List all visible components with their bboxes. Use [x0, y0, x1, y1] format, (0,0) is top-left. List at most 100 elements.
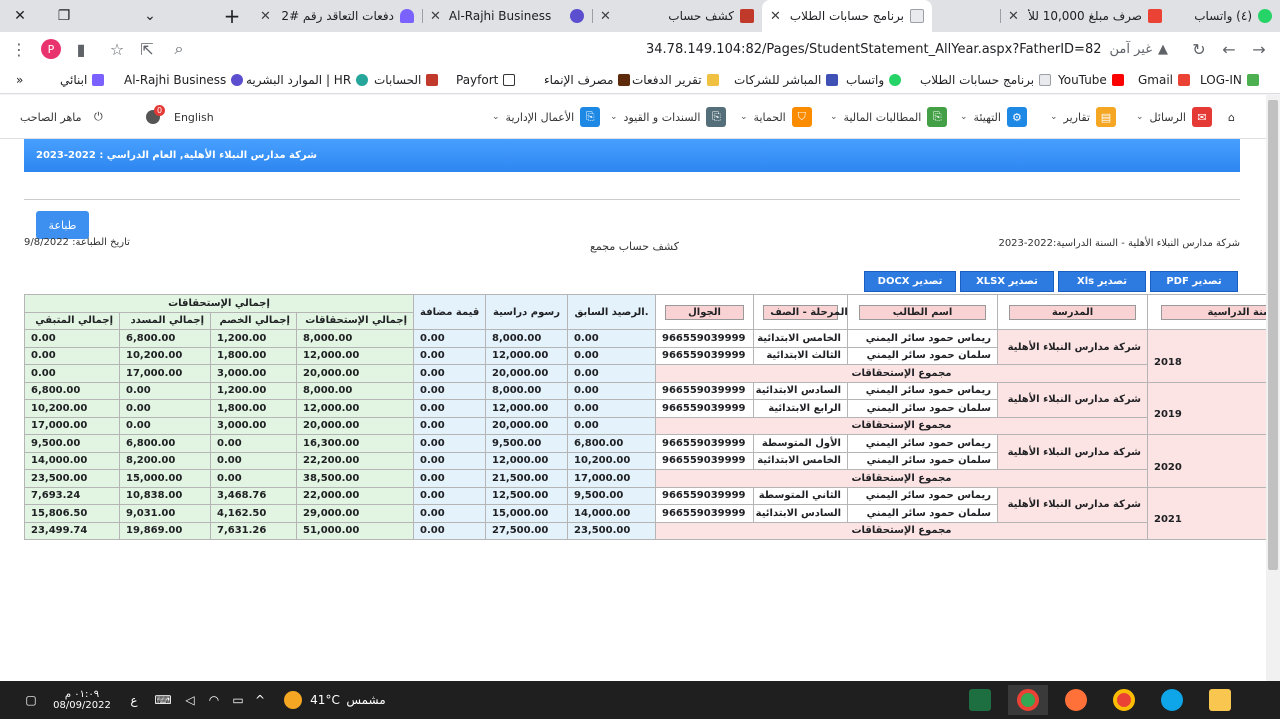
chrome-icon[interactable] [1104, 685, 1144, 715]
alrajhi-icon [570, 9, 584, 23]
weather-label[interactable]: مشمس [342, 685, 390, 715]
tab-title: Al-Rajhi Business [448, 9, 552, 23]
chevron-up-icon[interactable]: ^ [250, 685, 270, 715]
tab-student-accounts[interactable]: ✕ برنامج حسابات الطلاب [762, 0, 932, 32]
restore-window-icon[interactable]: ❐ [44, 0, 84, 32]
cell-prev: 6,800.00 [567, 434, 656, 453]
header-fees: رسوم دراسية [485, 294, 568, 330]
tab-statement[interactable]: ✕ كشف حساب [592, 0, 762, 32]
tab-contract-payments[interactable]: ✕ دفعات التعاقد رقم #2 [252, 0, 422, 32]
bookmark-youtube[interactable]: YouTube [1058, 70, 1124, 90]
wifi-icon[interactable]: ◠ [204, 685, 224, 715]
user-name[interactable]: ماهر الصاحب [20, 105, 82, 129]
bookmark-alrajhi[interactable]: Al-Rajhi Business [124, 70, 244, 90]
menu-icon[interactable]: ⋮ [6, 36, 32, 62]
header-cell: اسم الطالب [847, 294, 998, 330]
chrome-active-icon[interactable] [1008, 685, 1048, 715]
weather-sun-icon[interactable] [282, 685, 304, 715]
bookmark-my-children[interactable]: ابنائي [60, 70, 105, 90]
scrollbar-thumb[interactable] [1268, 100, 1278, 570]
close-tab-icon[interactable]: ✕ [260, 9, 271, 24]
back-arrow-icon[interactable]: → [1246, 36, 1272, 62]
export-xlsx-button[interactable]: تصدير XLSX [960, 271, 1054, 292]
bookmark-login[interactable]: LOG-IN [1200, 70, 1259, 90]
logout-icon[interactable]: ⏻ [94, 105, 103, 129]
export-docx-button[interactable]: تصدير DOCX [864, 271, 956, 292]
bookmark-alinma[interactable]: مصرف الإنماء [544, 70, 631, 90]
new-tab-button[interactable]: + [212, 0, 252, 32]
input-language[interactable]: ع [124, 685, 144, 715]
firefox-icon[interactable] [1056, 685, 1096, 715]
nav-admin[interactable]: ⌄ الأعمال الإدارية ⎘ [492, 105, 601, 129]
search-icon[interactable]: ⌕ [166, 36, 192, 62]
nav-reports[interactable]: ⌄ تقارير ▤ [1050, 105, 1116, 129]
nav-protection[interactable]: ⌄ الحماية ⛉ [740, 105, 812, 129]
sum-label: مجموع الإستحقاقات [655, 521, 1148, 540]
bookmark-label: ابنائي [60, 73, 88, 87]
tab-search-chevron-icon[interactable]: ⌄ [130, 0, 170, 32]
cell-student: سلمان حمود سائر اليمني [847, 399, 998, 418]
bookmark-hr[interactable]: الموارد البشريه | HR [246, 70, 369, 90]
language-switch[interactable]: English [174, 105, 214, 129]
keyboard-icon[interactable]: ⌨ [150, 685, 176, 715]
nav-setup[interactable]: ⌄ التهيئة ⚙ [960, 105, 1027, 129]
table-row: 6,800.00 0.00 1,200.00 8,000.00 0.00 8,000.00… [24, 381, 1280, 435]
bookmark-payments-report[interactable]: تقرير الدفعات [632, 70, 719, 90]
cell-student: ريماس حمود سائر اليمني [847, 329, 998, 348]
tab-gmail[interactable]: ✕ صرف مبلغ 10,000 للأسـ [1000, 0, 1170, 32]
reload-icon[interactable]: ↻ [1186, 36, 1212, 62]
statement-table: إجمالي الإستحقاقات قيمة مضافة رسوم دراسية ا… [24, 294, 1280, 540]
home-icon[interactable]: ⌂ [1228, 105, 1235, 129]
forward-arrow-icon[interactable]: ← [1216, 36, 1242, 62]
nav-messages[interactable]: ⌄ الرسائل ✉ [1136, 105, 1212, 129]
cell-added: 0.00 [413, 504, 486, 523]
close-tab-icon[interactable]: ✕ [1008, 9, 1019, 24]
bookmarks-more-button[interactable]: » [16, 70, 23, 90]
export-pdf-button[interactable]: تصدير PDF [1150, 271, 1238, 292]
nav-financial-claims[interactable]: ⌄ المطالبات المالية ⎘ [830, 105, 948, 129]
tab-alrajhi[interactable]: ✕ Al-Rajhi Business [422, 0, 592, 32]
url-field[interactable]: 34.78.149.104:82/Pages/StudentStatement_… [296, 36, 1176, 62]
tab-whatsapp[interactable]: (٤) واتساب [1170, 0, 1280, 32]
bookmark-student-accounts[interactable]: برنامج حسابات الطلاب [920, 70, 1052, 90]
sum-fees: 20,000.00 [485, 364, 568, 383]
chevron-down-icon: ⌄ [610, 112, 618, 122]
warning-icon: ▲ [1158, 41, 1168, 57]
sidebar-icon[interactable]: ▮ [68, 36, 94, 62]
file-explorer-icon[interactable] [1200, 685, 1240, 715]
cell-disc: 1,200.00 [210, 329, 297, 348]
export-xls-button[interactable]: تصدير Xls [1058, 271, 1146, 292]
nav-vouchers[interactable]: ⌄ السندات و القيود ⎘ [610, 105, 727, 129]
temperature[interactable]: 41°C [306, 685, 344, 715]
tab-title: برنامج حسابات الطلاب [789, 9, 904, 23]
notifications-icon[interactable]: 0 [146, 105, 165, 129]
app-navbar: ⌂ ⌄ الرسائل ✉ ⌄ تقارير ▤ ⌄ التهيئة ⚙ ⌄ المطالبا… [0, 95, 1266, 139]
export-label: تصدير Xls [1077, 276, 1127, 287]
share-icon[interactable]: ⇱ [134, 36, 160, 62]
close-tab-icon[interactable]: ✕ [430, 9, 441, 24]
star-icon[interactable]: ☆ [104, 36, 130, 62]
notification-center-icon[interactable]: ▢ [18, 685, 44, 715]
sum-row: 23,499.74 19,869.00 7,631.26 51,000.00 0.00 2… [24, 521, 1280, 540]
not-secure-label[interactable]: غير آمن [1110, 42, 1153, 57]
excel-icon[interactable] [960, 685, 1000, 715]
statement-title: كشف حساب مجمع [590, 240, 679, 253]
print-button[interactable]: طباعة [36, 211, 89, 239]
bookmark-payfort[interactable]: Payfort [456, 70, 516, 90]
bookmark-gmail[interactable]: Gmail [1138, 70, 1191, 90]
bookmark-direct-business[interactable]: المباشر للشركات [734, 70, 839, 90]
close-tab-icon[interactable]: ✕ [770, 9, 781, 24]
cell-prev: 0.00 [567, 399, 656, 418]
bookmark-accounts[interactable]: الحسابات [374, 70, 439, 90]
clock[interactable]: ٠١:٠٩ م 08/09/2022 [50, 685, 114, 715]
cell-due: 16,300.00 [296, 434, 414, 453]
bookmark-whatsapp[interactable]: واتساب [846, 70, 902, 90]
cell-fees: 12,000.00 [485, 451, 568, 470]
volume-icon[interactable]: ◁ [180, 685, 200, 715]
close-window-icon[interactable]: ✕ [0, 0, 40, 32]
close-tab-icon[interactable]: ✕ [600, 9, 611, 24]
bookmark-label: YouTube [1058, 73, 1107, 87]
edge-icon[interactable] [1152, 685, 1192, 715]
profile-avatar-icon[interactable]: P [38, 36, 64, 62]
battery-icon[interactable]: ▭ [228, 685, 248, 715]
